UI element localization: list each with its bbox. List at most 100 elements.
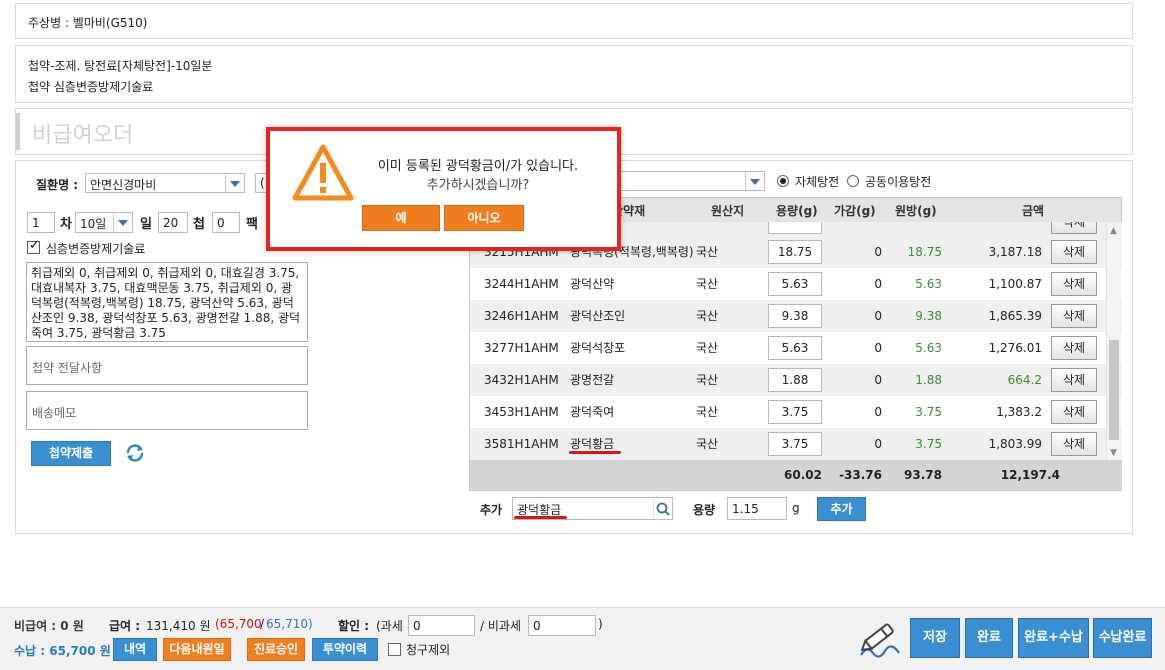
receipt-complete-button[interactable]: 수납완료 xyxy=(1093,618,1152,658)
cell-origin: 국산 xyxy=(696,373,719,387)
delete-button[interactable]: 삭제 xyxy=(1051,272,1097,296)
cell-code: 3432H1AHM xyxy=(484,373,559,387)
delete-button[interactable]: 삭제 xyxy=(1051,432,1097,456)
cell-add: 0 xyxy=(874,373,882,387)
add-herb-input[interactable]: 광덕황금 xyxy=(512,497,673,520)
qty-input[interactable]: 18.75 xyxy=(768,240,822,264)
total-amount: 12,197.4 xyxy=(1000,468,1060,482)
delivery-note-input[interactable]: 첩약 전달사항 xyxy=(26,346,308,385)
qty-input[interactable]: 3.75 xyxy=(768,400,822,424)
tax-input[interactable] xyxy=(408,615,475,636)
radio-self-decoction[interactable] xyxy=(777,175,789,187)
main-diagnosis: 주상병 : 벨마비(G510) xyxy=(28,16,148,30)
table-row[interactable]: 3432H1AHM 광명전갈 국산 1.88 0 1.88 664.2 삭제 xyxy=(470,364,1122,396)
shipping-memo-input[interactable]: 배송메모 xyxy=(26,391,308,430)
deep-diagnosis-checkbox[interactable]: ✓ xyxy=(27,238,40,254)
approval-button[interactable]: 진료승인 xyxy=(247,638,305,661)
delete-button[interactable]: 삭제 xyxy=(1051,336,1097,360)
radio-self-label: 자체탕전 xyxy=(795,175,840,189)
covered-split-sep: / xyxy=(260,617,265,631)
secondary-select-value: ( xyxy=(260,176,265,190)
herb-summary-box[interactable]: 취급제외 0, 취급제외 0, 취급제외 0, 대효길경 3.75, 대효내복자… xyxy=(26,262,308,342)
dialog-no-button[interactable]: 아니오 xyxy=(444,205,524,231)
drug-history-button[interactable]: 투약이력 xyxy=(312,638,378,661)
table-row[interactable]: 3244H1AHM 광덕산약 국산 5.63 0 5.63 1,100.87 삭… xyxy=(470,268,1122,300)
delete-button[interactable]: 삭제 xyxy=(1051,222,1097,234)
decoction-select[interactable] xyxy=(605,171,765,191)
add-herb-button[interactable]: 추가 xyxy=(817,497,866,521)
complete-receipt-button[interactable]: 완료+수납 xyxy=(1018,618,1089,658)
deep-diagnosis-label: 심층변증방제기술료 xyxy=(46,242,146,256)
dialog-message-1: 이미 등록된 광덕황금이/가 있습니다. xyxy=(377,159,579,174)
exclude-claim-label: 청구제외 xyxy=(406,643,451,657)
dialog-yes-button[interactable]: 예 xyxy=(362,205,440,231)
total-orig: 93.78 xyxy=(904,468,942,482)
chevron-down-icon xyxy=(113,213,132,231)
cell-orig: 5.63 xyxy=(915,341,942,355)
signature-pen-icon[interactable] xyxy=(855,615,905,661)
pack-input[interactable] xyxy=(212,212,240,233)
table-row[interactable]: 3277H1AHM 광덕석창포 국산 5.63 0 5.63 1,276.01 … xyxy=(470,332,1122,364)
next-visit-button[interactable]: 다음내원일 xyxy=(163,638,231,661)
delete-button[interactable]: 삭제 xyxy=(1051,368,1097,392)
qty-input[interactable]: 9.38 xyxy=(768,304,822,328)
nontax-input[interactable] xyxy=(528,615,596,636)
add-herb-label: 추가 xyxy=(480,503,503,517)
cell-origin: 국산 xyxy=(696,245,719,259)
qty-input[interactable]: 1.88 xyxy=(768,368,822,392)
delete-button[interactable]: 삭제 xyxy=(1051,304,1097,328)
cell-add: 0 xyxy=(874,437,882,451)
receipt-total: 수납 : 65,700 원 xyxy=(14,644,111,658)
submit-prescription-button[interactable]: 첩약제출 xyxy=(31,441,111,466)
prescription-line-2: 첩약 심층변증방제기술료 xyxy=(28,80,154,94)
history-button[interactable]: 내역 xyxy=(113,638,157,661)
disease-select-value: 안면신경마비 xyxy=(90,178,157,192)
delivery-note-placeholder: 첩약 전달사항 xyxy=(32,361,103,375)
table-row[interactable]: 3581H1AHM 광덕황금 국산 3.75 0 3.75 1,803.99 삭… xyxy=(470,428,1122,460)
cheop-input[interactable] xyxy=(158,212,188,233)
cell-add: 0 xyxy=(874,309,882,323)
delete-button[interactable]: 삭제 xyxy=(1051,240,1097,264)
cell-name: 광덕황금 xyxy=(570,437,615,451)
header-amount: 금액 xyxy=(1022,204,1045,218)
cell-orig: 3.75 xyxy=(915,405,942,419)
scroll-down-icon[interactable]: ▼ xyxy=(1110,448,1117,458)
qty-input[interactable] xyxy=(768,222,822,234)
disease-select[interactable]: 안면신경마비 xyxy=(85,173,245,193)
totals-row: 60.02 -33.76 93.78 12,197.4 xyxy=(470,460,1122,490)
cell-amount: 1,803.99 xyxy=(988,437,1042,451)
covered-total: 131,410 원 xyxy=(146,619,211,633)
table-row[interactable]: 3246H1AHM 광덕산조인 국산 9.38 0 9.38 1,865.39 … xyxy=(470,300,1122,332)
radio-shared-decoction[interactable] xyxy=(847,175,859,187)
qty-input[interactable]: 3.75 xyxy=(768,432,822,456)
cell-name: 광덕석창포 xyxy=(570,341,626,355)
checkmark-icon: ✓ xyxy=(29,238,40,253)
cell-add: 0 xyxy=(874,405,882,419)
save-button[interactable]: 저장 xyxy=(910,618,960,658)
red-underline xyxy=(514,516,567,519)
qty-input[interactable]: 5.63 xyxy=(768,336,822,360)
refresh-icon[interactable] xyxy=(124,442,146,464)
exclude-claim-checkbox[interactable] xyxy=(388,643,401,656)
prescription-line-1: 첩약-조제. 탕전료[자체탕전]-10일분 xyxy=(28,59,213,73)
cell-name: 광덕산약 xyxy=(570,277,615,291)
scroll-thumb[interactable] xyxy=(1109,340,1119,440)
radio-shared-label: 공동이용탕전 xyxy=(865,175,932,189)
cell-code: 3246H1AHM xyxy=(484,309,559,323)
grid-scrollbar[interactable]: ▲ ▼ xyxy=(1106,224,1121,462)
delete-button[interactable]: 삭제 xyxy=(1051,400,1097,424)
complete-button[interactable]: 완료 xyxy=(965,618,1013,658)
cell-orig: 18.75 xyxy=(907,245,942,259)
header-qty: 용량(g) xyxy=(776,204,818,218)
count-input[interactable] xyxy=(27,212,55,233)
cell-amount: 1,865.39 xyxy=(988,309,1042,323)
days-label: 일 xyxy=(140,217,152,232)
search-icon[interactable] xyxy=(653,500,671,518)
nontax-label: / 비과세 xyxy=(480,619,521,633)
dose-input[interactable] xyxy=(727,497,787,520)
qty-input[interactable]: 5.63 xyxy=(768,272,822,296)
table-row[interactable]: 3453H1AHM 광덕죽여 국산 3.75 0 3.75 1,383.2 삭제 xyxy=(470,396,1122,428)
days-select[interactable]: 10일 xyxy=(75,212,133,233)
scroll-up-icon[interactable]: ▲ xyxy=(1110,226,1117,236)
shipping-memo-placeholder: 배송메모 xyxy=(32,406,77,420)
